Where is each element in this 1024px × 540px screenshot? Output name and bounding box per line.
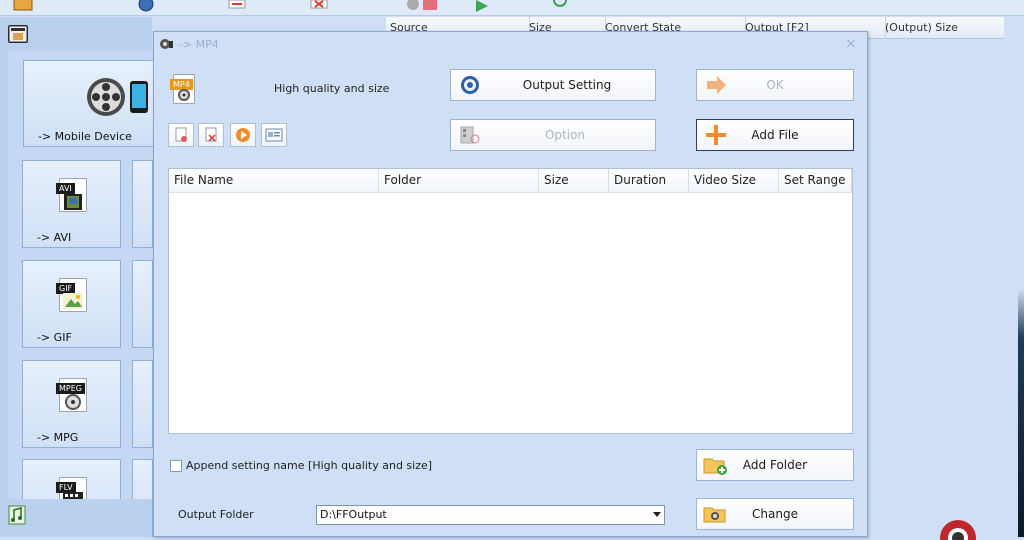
tile-avi-label: -> AVI: [37, 231, 72, 244]
col-output-size[interactable]: (Output) Size: [881, 17, 1009, 39]
add-file-label: Add File: [751, 128, 799, 142]
close-icon[interactable]: ×: [843, 35, 859, 53]
toolbar-remove-icon[interactable]: [226, 0, 248, 12]
tile-column-2-row-3[interactable]: [132, 360, 153, 448]
file-list-table[interactable]: File Name Folder Size Duration Video Siz…: [168, 168, 853, 434]
play-icon: [236, 128, 250, 142]
film-clapper-icon[interactable]: [8, 25, 28, 43]
clear-list-icon: [205, 127, 217, 142]
desktop-edge: [1018, 40, 1024, 537]
media-info-icon: [265, 128, 283, 142]
toolbar-search-icon[interactable]: [550, 0, 572, 12]
tile-gif-label: -> GIF: [37, 331, 72, 344]
toolbar-clear-icon[interactable]: [308, 0, 330, 12]
dialog-titlebar[interactable]: -> MP4 ×: [154, 32, 867, 58]
gif-file-icon: GIF: [56, 278, 87, 312]
remove-icon: [175, 127, 187, 142]
tile-gif[interactable]: GIF -> GIF: [22, 260, 121, 348]
change-button[interactable]: Change: [696, 498, 854, 530]
tile-avi[interactable]: AVI -> AVI: [22, 160, 121, 248]
tile-column-2-row-2[interactable]: [132, 260, 153, 348]
tile-mpg-label: -> MPG: [37, 431, 79, 444]
col-duration[interactable]: Duration: [609, 169, 689, 192]
media-info-button[interactable]: [261, 123, 287, 147]
col-video-size[interactable]: Video Size: [689, 169, 779, 192]
col-set-range[interactable]: Set Range: [779, 169, 852, 192]
toolbar-stop-icon[interactable]: [420, 0, 442, 12]
avi-tag: AVI: [56, 183, 75, 194]
quality-label: High quality and size: [274, 82, 390, 95]
col-file-name[interactable]: File Name: [169, 169, 379, 192]
tile-column-2-row-1[interactable]: [132, 160, 153, 248]
main-bottom-bar: [0, 499, 152, 537]
mp4-file-icon: MP4: [169, 72, 199, 106]
toolbar-add-icon[interactable]: [12, 0, 34, 12]
clear-list-button[interactable]: [198, 123, 224, 147]
dialog-title: -> MP4: [179, 38, 219, 51]
toolbar-settings-icon[interactable]: [135, 0, 157, 12]
play-button[interactable]: [230, 123, 256, 147]
dialog-app-icon: [160, 39, 173, 49]
option-label: Option: [544, 128, 586, 142]
ok-button[interactable]: OK: [696, 69, 854, 101]
change-label: Change: [752, 507, 798, 521]
output-setting-button[interactable]: Output Setting: [450, 69, 656, 101]
col-size[interactable]: Size: [539, 169, 609, 192]
output-folder-value: D:\FFOutput: [320, 508, 387, 521]
file-list-header: File Name Folder Size Duration Video Siz…: [169, 169, 852, 193]
col-folder[interactable]: Folder: [379, 169, 539, 192]
main-toolbar: [0, 0, 1024, 16]
music-icon[interactable]: [8, 505, 26, 525]
mp4-dialog: -> MP4 × MP4 High quality and size Outpu…: [153, 31, 868, 537]
add-file-button[interactable]: Add File: [696, 119, 854, 151]
tile-mobile-device[interactable]: -> Mobile Device: [23, 60, 158, 147]
chevron-down-icon[interactable]: [653, 512, 661, 517]
tile-mobile-device-label: -> Mobile Device: [38, 130, 132, 143]
output-folder-label: Output Folder: [178, 508, 254, 521]
ok-label: OK: [766, 78, 784, 92]
append-setting-checkbox[interactable]: [170, 460, 182, 472]
add-folder-label: Add Folder: [742, 458, 808, 472]
output-setting-label: Output Setting: [522, 78, 612, 92]
remove-file-button[interactable]: [168, 123, 194, 147]
add-folder-button[interactable]: Add Folder: [696, 449, 854, 481]
avi-file-icon: AVI: [56, 178, 87, 212]
mpg-file-icon: MPEG: [56, 378, 87, 412]
option-button[interactable]: Option: [450, 119, 656, 151]
append-setting-label[interactable]: Append setting name [High quality and si…: [186, 459, 432, 473]
tile-mpg[interactable]: MPEG -> MPG: [22, 360, 121, 448]
mobile-device-icon: [87, 78, 148, 116]
conversion-tiles: -> Mobile Device AVI -> AVI GIF -> GIF M…: [8, 50, 158, 537]
output-folder-select[interactable]: D:\FFOutput: [316, 505, 665, 525]
toolbar-start-icon[interactable]: [470, 0, 492, 12]
